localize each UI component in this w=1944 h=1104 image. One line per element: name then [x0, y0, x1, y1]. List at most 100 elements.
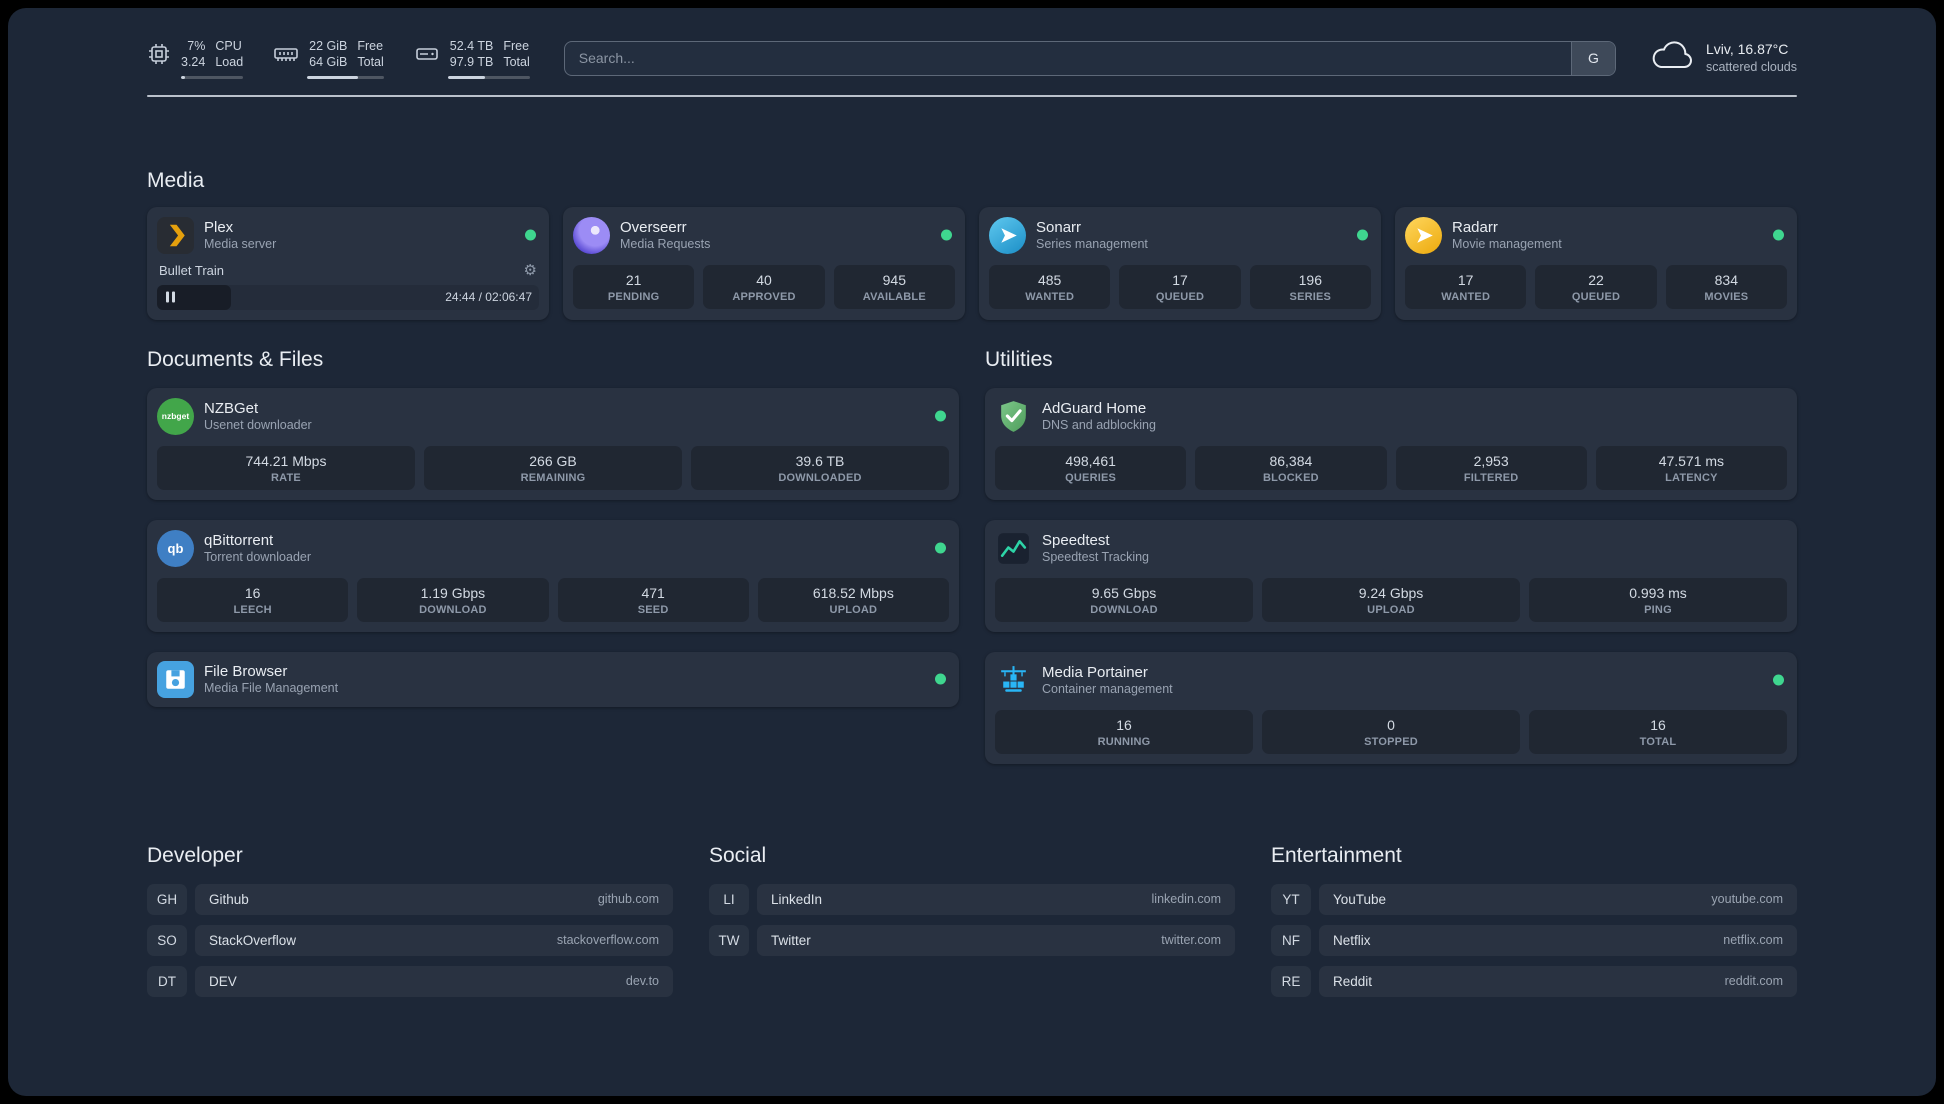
bookmark-abbr: SO: [147, 924, 187, 956]
disk-total-value: 97.9 TB: [449, 55, 494, 70]
bookmark-domain: reddit.com: [1724, 974, 1783, 988]
bookmark-domain: youtube.com: [1711, 892, 1783, 906]
stat-queued: 17 QUEUED: [1119, 264, 1241, 309]
stat-upload: 618.52 Mbps UPLOAD: [757, 577, 949, 622]
nzbget-icon: nzbget: [157, 397, 194, 435]
status-dot: [525, 229, 536, 241]
stat-approved: 40 APPROVED: [703, 264, 825, 309]
gear-icon[interactable]: ⚙: [524, 263, 537, 278]
stat-running: 16 RUNNING: [995, 709, 1253, 754]
disk-free-value: 52.4 TB: [449, 39, 494, 53]
radarr-icon: [1405, 216, 1442, 254]
status-dot: [935, 410, 946, 422]
service-name: Speedtest: [1042, 532, 1110, 549]
weather-condition: scattered clouds: [1705, 60, 1797, 75]
stat-movies: 834 MOVIES: [1665, 264, 1787, 309]
bookmark-netflix[interactable]: NF Netflix netflix.com: [1271, 924, 1797, 956]
adguard-icon: [995, 398, 1032, 435]
overseerr-icon: [573, 216, 610, 254]
stat-queued: 22 QUEUED: [1535, 264, 1657, 309]
bookmark-domain: twitter.com: [1161, 933, 1221, 947]
playback-time: 24:44 / 02:06:47: [445, 290, 532, 304]
bookmark-name: DEV: [209, 973, 237, 989]
filebrowser-icon: [157, 660, 194, 698]
service-description: Media server: [204, 237, 277, 251]
bookmark-domain: netflix.com: [1723, 933, 1783, 947]
service-card-nzbget[interactable]: nzbget NZBGet Usenet downloader 744.21 M…: [147, 387, 959, 500]
service-card-radarr[interactable]: Radarr Movie management 17 WANTED 22 QUE…: [1395, 206, 1797, 320]
stat-series: 196 SERIES: [1249, 264, 1371, 309]
cpu-widget: 7% 3.24 CPU Load: [147, 38, 244, 79]
bookmark-reddit[interactable]: RE Reddit reddit.com: [1271, 965, 1797, 997]
service-card-portainer[interactable]: Media Portainer Container management 16 …: [985, 651, 1797, 764]
bookmark-stackoverflow[interactable]: SO StackOverflow stackoverflow.com: [147, 924, 673, 956]
bookmark-domain: stackoverflow.com: [556, 933, 659, 947]
weather-location-temp: Lviv, 16.87°C: [1705, 41, 1789, 58]
service-name: Radarr: [1452, 219, 1498, 236]
service-card-adguard[interactable]: AdGuard Home DNS and adblocking 498,461 …: [985, 387, 1797, 500]
service-card-speedtest[interactable]: Speedtest Speedtest Tracking 9.65 Gbps D…: [985, 519, 1797, 632]
sonarr-icon: [989, 216, 1026, 254]
section-title-social: Social: [709, 843, 767, 867]
plex-now-playing: Bullet Train ⚙ 24:44 / 02:06:47: [157, 263, 539, 310]
bookmark-github[interactable]: GH Github github.com: [147, 883, 673, 915]
service-description: Torrent downloader: [204, 550, 312, 564]
playback-progress-bar[interactable]: 24:44 / 02:06:47: [157, 284, 539, 310]
service-description: Media Requests: [620, 237, 711, 251]
cpu-load-value: 3.24: [181, 55, 206, 70]
section-utilities: Utilities AdGuard Home DNS and adblockin…: [985, 348, 1797, 764]
section-title-documents: Documents & Files: [147, 347, 324, 371]
status-dot: [1773, 229, 1784, 241]
bookmark-domain: dev.to: [625, 974, 659, 988]
pause-icon[interactable]: [166, 291, 175, 303]
service-description: DNS and adblocking: [1042, 418, 1156, 432]
bookmark-abbr: YT: [1271, 883, 1311, 915]
service-description: Movie management: [1452, 237, 1562, 251]
status-dot: [1357, 229, 1368, 241]
stat-pending: 21 PENDING: [573, 264, 695, 309]
search-provider-button[interactable]: G: [1570, 41, 1615, 75]
bookmark-name: Twitter: [771, 932, 811, 948]
stat-total: 16 TOTAL: [1529, 709, 1787, 754]
bookmark-abbr: GH: [147, 883, 187, 915]
service-card-plex[interactable]: Plex Media server Bullet Train ⚙ 24:44 /…: [147, 206, 549, 320]
bookmark-name: Netflix: [1333, 932, 1371, 948]
qbittorrent-icon: qb: [157, 529, 194, 567]
bookmark-abbr: TW: [709, 924, 749, 956]
stat-blocked: 86,384 BLOCKED: [1195, 445, 1387, 490]
service-card-overseerr[interactable]: Overseerr Media Requests 21 PENDING 40 A…: [563, 206, 965, 320]
service-card-qbittorrent[interactable]: qb qBittorrent Torrent downloader 16 LEE…: [147, 519, 959, 632]
service-description: Usenet downloader: [204, 418, 312, 432]
bookmark-youtube[interactable]: YT YouTube youtube.com: [1271, 883, 1797, 915]
service-description: Container management: [1042, 682, 1173, 696]
section-title-entertainment: Entertainment: [1271, 843, 1402, 867]
plex-icon: [157, 216, 194, 254]
bookmark-abbr: RE: [1271, 965, 1311, 997]
stat-download: 9.65 Gbps DOWNLOAD: [995, 577, 1253, 622]
search-input[interactable]: [564, 41, 1571, 75]
service-card-filebrowser[interactable]: File Browser Media File Management: [147, 651, 959, 707]
section-documents-files: Documents & Files nzbget NZBGet Usenet d…: [147, 348, 959, 764]
service-card-sonarr[interactable]: Sonarr Series management 485 WANTED 17 Q…: [979, 206, 1381, 320]
stat-available: 945 AVAILABLE: [833, 264, 955, 309]
cpu-load-label: Load: [215, 55, 244, 70]
bookmark-abbr: LI: [709, 883, 749, 915]
stat-rate: 744.21 Mbps RATE: [157, 445, 415, 490]
portainer-icon: [995, 662, 1032, 699]
bookmark-linkedin[interactable]: LI LinkedIn linkedin.com: [709, 883, 1235, 915]
memory-free-label: Free: [357, 39, 384, 53]
section-title-developer: Developer: [147, 843, 243, 867]
service-name: Plex: [204, 219, 234, 236]
service-name: NZBGet: [204, 400, 259, 417]
section-title-utilities: Utilities: [985, 347, 1053, 371]
stat-seed: 471 SEED: [557, 577, 749, 622]
header-divider: [147, 94, 1797, 97]
stat-upload: 9.24 Gbps UPLOAD: [1262, 577, 1520, 622]
stat-ping: 0.993 ms PING: [1529, 577, 1787, 622]
bookmark-twitter[interactable]: TW Twitter twitter.com: [709, 924, 1235, 956]
bookmark-name: YouTube: [1333, 891, 1387, 907]
memory-widget: 22 GiB 64 GiB Free Total: [273, 38, 384, 79]
stat-remaining: 266 GB REMAINING: [424, 445, 682, 490]
resource-widgets: 7% 3.24 CPU Load 22 GiB 64 GiB Free Tota…: [147, 38, 530, 79]
bookmark-dev[interactable]: DT DEV dev.to: [147, 965, 673, 997]
